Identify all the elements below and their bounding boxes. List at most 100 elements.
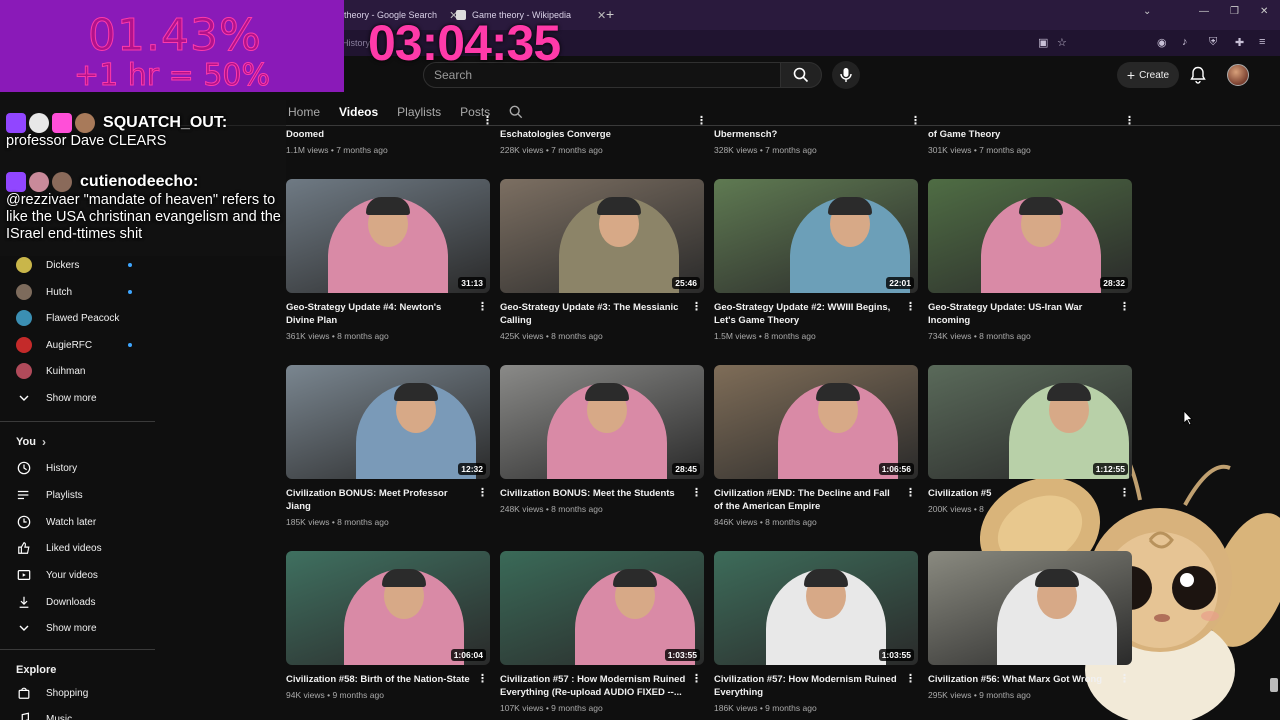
more-options-icon[interactable]: ⋮ — [905, 300, 916, 313]
video-title[interactable]: Geo-Strategy Update #4: Newton's Divine … — [286, 301, 472, 327]
video-thumbnail[interactable]: 28:32 — [928, 179, 1132, 293]
video-thumbnail[interactable]: 1:12:55 — [928, 365, 1132, 479]
account-icon[interactable]: ◉ — [1157, 36, 1167, 49]
more-options-icon[interactable]: ⋮ — [691, 672, 702, 685]
video-title[interactable]: Civilization #57: How Modernism Ruined E… — [714, 673, 900, 699]
video-title[interactable]: Civilization #5 — [928, 487, 1114, 500]
video-card[interactable]: 28:45 Civilization BONUS: Meet the Studen… — [500, 365, 704, 514]
video-card[interactable]: 1:06:56 Civilization #END: The Decline an… — [714, 365, 918, 527]
video-title[interactable]: of Game Theory — [928, 128, 1114, 141]
sidebar-item[interactable]: History — [16, 460, 77, 476]
video-card[interactable]: Doomed 1.1M views • 7 months ago — [286, 128, 490, 155]
sidebar-show-more[interactable]: Show more — [16, 390, 97, 406]
window-close-icon[interactable]: ✕ — [1260, 6, 1268, 17]
video-title[interactable]: Civilization BONUS: Meet the Students — [500, 487, 686, 500]
restore-icon[interactable]: ❐ — [1230, 6, 1239, 17]
sidebar-item-channel[interactable]: Kuihman — [16, 363, 85, 379]
sidebar-item[interactable]: Watch later — [16, 514, 96, 530]
chevron-down-icon[interactable]: ⌄ — [1143, 6, 1151, 17]
video-thumbnail[interactable]: 22:01 — [714, 179, 918, 293]
sidebar-item-label: Downloads — [46, 596, 96, 608]
video-thumbnail[interactable]: 25:46 — [500, 179, 704, 293]
more-options-icon[interactable]: ⋮ — [1119, 486, 1130, 499]
more-options-icon[interactable]: ⋮ — [477, 672, 488, 685]
sidebar-item-channel[interactable]: Dickers — [16, 257, 79, 273]
voice-search-button[interactable] — [832, 61, 860, 89]
video-card[interactable]: 12:32 Civilization BONUS: Meet Professor … — [286, 365, 490, 527]
video-title[interactable]: Civilization #58: Birth of the Nation-St… — [286, 673, 472, 686]
video-card[interactable]: 25:46 Geo-Strategy Update #3: The Messian… — [500, 179, 704, 341]
tab-home[interactable]: Home — [288, 105, 320, 119]
video-card[interactable]: 1:03:55 Civilization #57 : How Modernism … — [500, 551, 704, 713]
sidebar-item[interactable]: Downloads — [16, 594, 95, 610]
history-hint: History — [342, 38, 371, 48]
video-title[interactable]: Civilization #57 : How Modernism Ruined … — [500, 673, 686, 699]
speaker-icon[interactable]: ♪ — [1182, 36, 1188, 48]
video-card[interactable]: 22:01 Geo-Strategy Update #2: WWIII Begin… — [714, 179, 918, 341]
more-options-icon[interactable]: ⋮ — [1124, 114, 1278, 127]
video-thumbnail[interactable]: 1:06:56 — [714, 365, 918, 479]
sidebar-item-channel[interactable]: Hutch — [16, 284, 72, 300]
avatar-badge-icon — [29, 113, 49, 133]
menu-icon[interactable]: ≡ — [1259, 36, 1265, 48]
video-card[interactable]: 31:13 Geo-Strategy Update #4: Newton's Di… — [286, 179, 490, 341]
video-thumbnail[interactable]: 1:03:55 — [714, 551, 918, 665]
video-card[interactable]: 1:06:04 Civilization #58: Birth of the Na… — [286, 551, 490, 700]
sidebar-item[interactable]: Liked videos — [16, 540, 102, 556]
video-thumbnail[interactable]: 1:06:04 — [286, 551, 490, 665]
sidebar-item-label: Flawed Peacock — [46, 312, 120, 324]
sidebar-item-channel[interactable]: AugieRFC — [16, 337, 92, 353]
video-card[interactable]: Eschatologies Converge 228K views • 7 mon… — [500, 128, 704, 155]
video-card[interactable]: Civilization #56: What Marx Got Wrong 295… — [928, 551, 1132, 700]
tab-playlists[interactable]: Playlists — [397, 105, 441, 119]
more-options-icon[interactable]: ⋮ — [1119, 300, 1130, 313]
tab-videos[interactable]: Videos — [339, 105, 378, 119]
more-options-icon[interactable]: ⋮ — [691, 300, 702, 313]
account-avatar[interactable] — [1227, 64, 1249, 86]
video-title[interactable]: Doomed — [286, 128, 472, 141]
scrollbar-thumb[interactable] — [1270, 678, 1278, 692]
reader-icon[interactable]: ▣ — [1038, 36, 1048, 49]
more-options-icon[interactable]: ⋮ — [691, 486, 702, 499]
sidebar-item[interactable]: Your videos — [16, 567, 98, 583]
video-thumbnail[interactable]: 28:45 — [500, 365, 704, 479]
sidebar-item[interactable]: Music — [16, 711, 72, 720]
more-options-icon[interactable]: ⋮ — [905, 672, 916, 685]
video-title[interactable]: Ubermensch? — [714, 128, 900, 141]
create-button[interactable]: + Create — [1117, 62, 1179, 88]
video-card[interactable]: 1:12:55 Civilization #5 200K views • 8 ⋮ — [928, 365, 1132, 514]
extensions-icon[interactable]: ✚ — [1235, 36, 1244, 49]
bookmark-star-icon[interactable]: ☆ — [1057, 36, 1067, 49]
new-tab-icon[interactable]: + — [606, 6, 614, 22]
search-button[interactable] — [780, 62, 822, 88]
more-options-icon[interactable]: ⋮ — [1119, 672, 1130, 685]
sidebar-item-channel[interactable]: Flawed Peacock — [16, 310, 119, 326]
video-title[interactable]: Civilization BONUS: Meet Professor Jiang — [286, 487, 472, 513]
video-title[interactable]: Civilization #END: The Decline and Fall … — [714, 487, 900, 513]
more-options-icon[interactable]: ⋮ — [477, 486, 488, 499]
notifications-bell-icon[interactable] — [1190, 66, 1206, 84]
video-thumbnail[interactable]: 1:03:55 — [500, 551, 704, 665]
video-card[interactable]: of Game Theory 301K views • 7 months ago — [928, 128, 1132, 155]
video-card[interactable]: Ubermensch? 328K views • 7 months ago — [714, 128, 918, 155]
minimize-icon[interactable]: — — [1199, 6, 1209, 17]
video-title[interactable]: Eschatologies Converge — [500, 128, 686, 141]
sidebar-you-heading[interactable]: You › — [16, 435, 46, 449]
video-thumbnail[interactable]: 31:13 — [286, 179, 490, 293]
more-options-icon[interactable]: ⋮ — [905, 486, 916, 499]
sidebar-item[interactable]: Playlists — [16, 487, 83, 503]
shield-icon[interactable]: ⛨ — [1209, 36, 1217, 49]
video-title[interactable]: Geo-Strategy Update #2: WWIII Begins, Le… — [714, 301, 900, 327]
more-options-icon[interactable]: ⋮ — [477, 300, 488, 313]
video-meta: 107K views • 9 months ago — [500, 703, 603, 713]
video-card[interactable]: 28:32 Geo-Strategy Update: US-Iran War In… — [928, 179, 1132, 341]
sidebar-item[interactable]: Shopping — [16, 685, 88, 701]
video-card[interactable]: 1:03:55 Civilization #57: How Modernism R… — [714, 551, 918, 713]
sidebar-show-more[interactable]: Show more — [16, 620, 97, 636]
video-title[interactable]: Geo-Strategy Update: US-Iran War Incomin… — [928, 301, 1114, 327]
close-icon[interactable]: ✕ — [597, 9, 606, 22]
video-title[interactable]: Civilization #56: What Marx Got Wrong — [928, 673, 1114, 686]
video-title[interactable]: Geo-Strategy Update #3: The Messianic Ca… — [500, 301, 686, 327]
video-thumbnail[interactable]: 12:32 — [286, 365, 490, 479]
video-thumbnail[interactable] — [928, 551, 1132, 665]
